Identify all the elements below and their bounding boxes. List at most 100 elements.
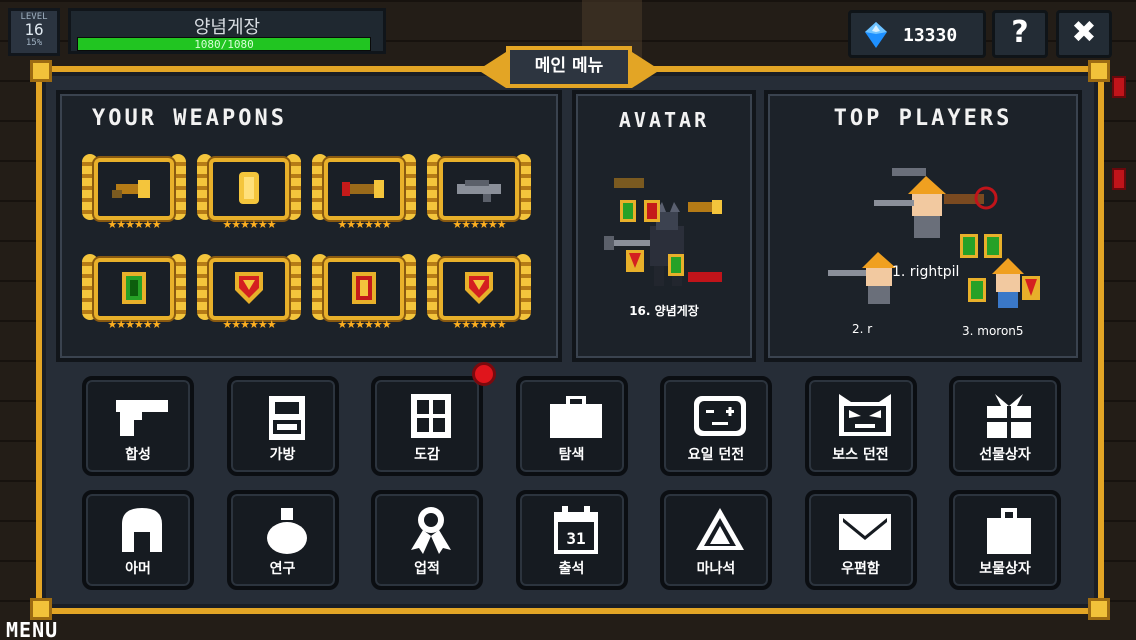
- weapon-stars: ★★★★★★: [222, 218, 276, 231]
- gem-count: 13330: [903, 25, 958, 46]
- weapon-slot[interactable]: ★★★★★★: [197, 252, 301, 336]
- top-players-title: TOP PLAYERS: [833, 106, 1013, 131]
- weapon-stars: ★★★★★★: [337, 218, 391, 231]
- weapon-slot[interactable]: ★★★★★★: [427, 152, 531, 236]
- menu-button-label: 출석: [558, 561, 585, 577]
- menu-button-envelope[interactable]: 우편함: [804, 490, 917, 590]
- menu-button-pistol[interactable]: 합성: [82, 376, 194, 476]
- gamepad-face-icon: [694, 396, 746, 436]
- panel-corner: [1088, 60, 1110, 82]
- main-menu-panel: YOUR WEAPONS ★★★★★★ ★★★★★★ ★★★★★★ ★★★★★★ ★★★…: [30, 60, 1110, 620]
- hp-bar: 1080/1080: [77, 37, 371, 51]
- winged-blaster-icon: [342, 180, 384, 198]
- medal-icon: [411, 507, 451, 554]
- hp-text: 1080/1080: [194, 38, 254, 51]
- green-armor-icon: [122, 272, 146, 304]
- player-name: 양념게장: [193, 17, 261, 38]
- heavy-rifle-icon: [457, 180, 501, 202]
- title-wing-left: [478, 52, 506, 88]
- weapon-slot[interactable]: ★★★★★★: [312, 152, 416, 236]
- demon-face-icon: [838, 394, 891, 436]
- title-wing-right: [632, 52, 660, 88]
- menu-button-helmet[interactable]: 아머: [82, 490, 194, 590]
- menu-button-label: 아머: [125, 561, 151, 577]
- gift-box-icon: [987, 394, 1031, 438]
- menu-button-label: 합성: [125, 447, 151, 463]
- avatar-name: 16. 양념게장: [629, 304, 699, 318]
- avatar-sprite: [604, 178, 722, 286]
- weapon-slot[interactable]: ★★★★★★: [427, 252, 531, 336]
- mana-stone-icon: [696, 508, 744, 550]
- menu-button-label: 가방: [269, 447, 296, 463]
- menu-button-label: 보스 던전: [832, 447, 889, 463]
- red-shield-icon: [465, 272, 493, 304]
- gold-coin-icon: [239, 172, 259, 204]
- menu-button-mana-stone[interactable]: 마나석: [660, 490, 772, 590]
- weapon-stars: ★★★★★★: [107, 318, 161, 331]
- close-button[interactable]: ✖: [1056, 10, 1112, 58]
- gem-icon: [865, 22, 887, 48]
- menu-button-medal[interactable]: 업적: [371, 490, 483, 590]
- top-player-1[interactable]: 1. rightpil: [892, 264, 959, 280]
- menu-button-briefcase[interactable]: 탐색: [515, 376, 628, 476]
- flask-icon: [266, 508, 307, 554]
- side-alert-marker: [1112, 168, 1126, 190]
- weapon-stars: ★★★★★★: [452, 218, 506, 231]
- side-alert-marker: [1112, 76, 1126, 98]
- top-players-sprites: [828, 168, 1040, 308]
- menu-button-label: 업적: [414, 561, 440, 577]
- menu-button-flask[interactable]: 연구: [226, 490, 339, 590]
- menu-button-gamepad-face[interactable]: 요일 던전: [660, 376, 772, 476]
- menu-button-label: 선물상자: [979, 447, 1031, 463]
- panel-corner: [30, 60, 52, 82]
- menu-button-treasure-bag[interactable]: 보물상자: [949, 490, 1061, 590]
- notification-dot: [472, 362, 496, 386]
- menu-button-label: 탐색: [558, 447, 585, 463]
- level-progress: 15%: [25, 38, 43, 48]
- winged-gun-icon: [112, 180, 150, 198]
- top-players-panel[interactable]: TOP PLAYERS 1. rightpil 2. r 3. moron5: [764, 90, 1082, 362]
- gem-counter[interactable]: 13330: [848, 10, 986, 58]
- panel-corner: [1088, 598, 1110, 620]
- help-button[interactable]: ?: [992, 10, 1048, 58]
- weapon-slot[interactable]: ★★★★★★: [197, 152, 301, 236]
- avatar-panel[interactable]: AVATAR 16. 양념게장: [572, 90, 756, 362]
- red-shield-icon: [235, 272, 263, 304]
- weapons-panel[interactable]: YOUR WEAPONS ★★★★★★ ★★★★★★ ★★★★★★ ★★★★★★ ★★★…: [56, 90, 562, 362]
- menu-button-label: 우편함: [841, 561, 880, 577]
- backpack-icon: [268, 396, 305, 440]
- panel-corner: [30, 598, 52, 620]
- menu-button-gift-box[interactable]: 선물상자: [949, 376, 1061, 476]
- avatar-title: AVATAR: [618, 108, 710, 132]
- panel-title: 메인 메뉴: [506, 46, 632, 88]
- menu-label[interactable]: MENU: [6, 618, 58, 640]
- menu-button-label: 연구: [269, 561, 296, 577]
- weapon-stars: ★★★★★★: [222, 318, 276, 331]
- level-badge: LEVEL 16 15%: [8, 8, 60, 56]
- menu-button-grid-book[interactable]: 도감: [371, 376, 483, 476]
- weapon-slot[interactable]: ★★★★★★: [82, 152, 186, 236]
- player-status-bar: 양념게장 1080/1080: [68, 8, 386, 54]
- weapon-slot[interactable]: ★★★★★★: [82, 252, 186, 336]
- level-number: 16: [24, 20, 44, 39]
- menu-button-calendar[interactable]: 31 출석: [515, 490, 628, 590]
- menu-button-label: 마나석: [696, 561, 736, 577]
- menu-button-label: 도감: [414, 447, 440, 463]
- treasure-bag-icon: [987, 508, 1031, 554]
- top-player-2[interactable]: 2. r: [852, 322, 872, 336]
- menu-button-label: 요일 던전: [687, 447, 745, 463]
- top-player-3[interactable]: 3. moron5: [962, 324, 1024, 338]
- envelope-icon: [838, 514, 891, 550]
- menu-button-backpack[interactable]: 가방: [226, 376, 339, 476]
- weapon-slot[interactable]: ★★★★★★: [312, 252, 416, 336]
- helmet-icon: [122, 508, 162, 552]
- calendar-icon: 31: [553, 506, 598, 554]
- weapon-stars: ★★★★★★: [337, 318, 391, 331]
- briefcase-icon: [549, 396, 602, 438]
- calendar-day: 31: [566, 529, 585, 548]
- red-armor-icon: [352, 272, 376, 304]
- menu-button-demon-face[interactable]: 보스 던전: [804, 376, 917, 476]
- menu-button-label: 보물상자: [979, 561, 1031, 577]
- pistol-icon: [116, 400, 168, 436]
- grid-book-icon: [411, 394, 451, 438]
